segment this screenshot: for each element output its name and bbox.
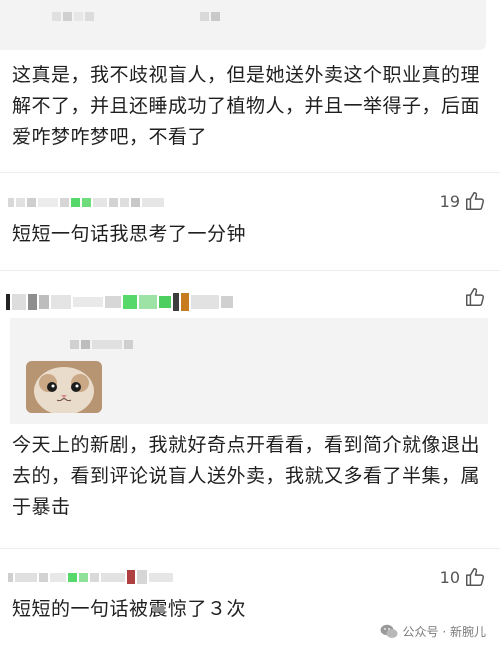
blurred-username [6, 293, 233, 311]
thumbs-up-icon [466, 192, 485, 210]
like-button[interactable]: 19 [440, 190, 486, 212]
thumbs-up-icon [466, 568, 485, 586]
cat-photo [26, 361, 102, 413]
like-button[interactable] [464, 286, 486, 308]
top-quote-box [0, 0, 486, 50]
blurred-username [8, 570, 173, 584]
wechat-icon [380, 624, 398, 638]
comment-text: 这真是，我不歧视盲人，但是她送外卖这个职业真的理解不了，并且还睡成功了植物人，并… [12, 64, 481, 148]
comment-text: 短短的一句话被震惊了３次 [12, 598, 247, 620]
like-count: 10 [439, 567, 460, 587]
divider [0, 548, 500, 549]
divider [0, 172, 500, 173]
comment-text: 短短一句话我思考了一分钟 [12, 223, 247, 245]
thumbs-up-icon [466, 288, 485, 306]
like-count: 19 [439, 191, 460, 211]
blurred-username [70, 340, 133, 349]
blurred-username [52, 12, 94, 21]
watermark: 公众号 · 新腕儿 [380, 623, 486, 640]
cat-face-icon [26, 361, 102, 413]
comment-text: 今天上的新剧，我就好奇点开看看，看到简介就像退出去的，看到评论说盲人送外卖，我就… [12, 434, 481, 518]
blurred-username [8, 198, 164, 207]
blurred-username [200, 12, 220, 21]
divider [0, 270, 500, 271]
like-button[interactable]: 10 [440, 566, 486, 588]
watermark-text: 公众号 · 新腕儿 [402, 625, 486, 639]
